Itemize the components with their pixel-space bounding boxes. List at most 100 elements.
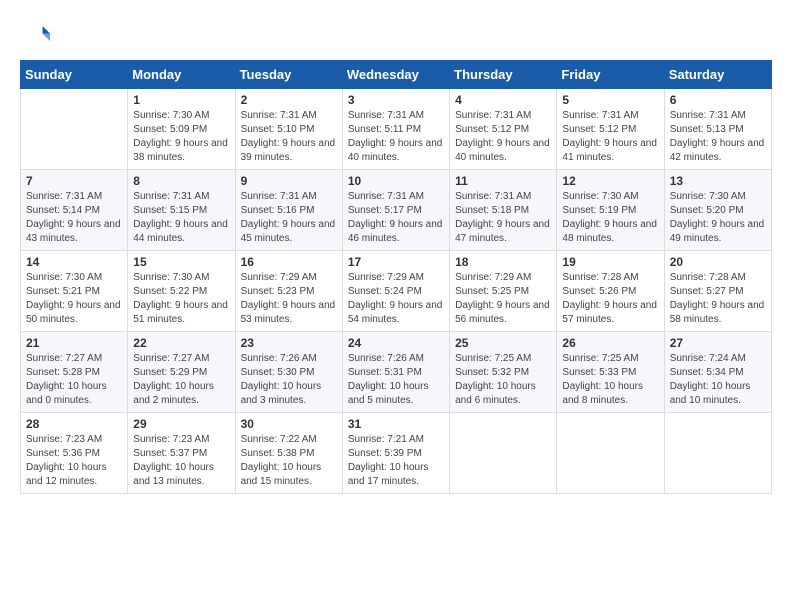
day-number: 11	[455, 174, 551, 188]
day-number: 3	[348, 93, 444, 107]
calendar-cell: 26 Sunrise: 7:25 AMSunset: 5:33 PMDayligh…	[557, 332, 664, 413]
calendar-cell: 7 Sunrise: 7:31 AMSunset: 5:14 PMDaylight…	[21, 170, 128, 251]
cell-info: Sunrise: 7:27 AMSunset: 5:28 PMDaylight:…	[26, 352, 122, 408]
day-number: 28	[26, 417, 122, 431]
day-number: 7	[26, 174, 122, 188]
cell-info: Sunrise: 7:31 AMSunset: 5:14 PMDaylight:…	[26, 190, 122, 246]
day-number: 5	[562, 93, 658, 107]
calendar-cell	[557, 413, 664, 494]
cell-info: Sunrise: 7:31 AMSunset: 5:11 PMDaylight:…	[348, 109, 444, 165]
day-number: 2	[241, 93, 337, 107]
calendar-cell: 8 Sunrise: 7:31 AMSunset: 5:15 PMDaylight…	[128, 170, 235, 251]
cell-info: Sunrise: 7:30 AMSunset: 5:22 PMDaylight:…	[133, 271, 229, 327]
calendar-cell: 10 Sunrise: 7:31 AMSunset: 5:17 PMDayligh…	[342, 170, 449, 251]
calendar-cell: 14 Sunrise: 7:30 AMSunset: 5:21 PMDayligh…	[21, 251, 128, 332]
calendar-cell: 21 Sunrise: 7:27 AMSunset: 5:28 PMDayligh…	[21, 332, 128, 413]
cell-info: Sunrise: 7:31 AMSunset: 5:12 PMDaylight:…	[562, 109, 658, 165]
weekday-header-row: SundayMondayTuesdayWednesdayThursdayFrid…	[21, 61, 772, 89]
weekday-header: Saturday	[664, 61, 771, 89]
cell-info: Sunrise: 7:30 AMSunset: 5:20 PMDaylight:…	[670, 190, 766, 246]
calendar-week-row: 1 Sunrise: 7:30 AMSunset: 5:09 PMDaylight…	[21, 89, 772, 170]
cell-info: Sunrise: 7:30 AMSunset: 5:19 PMDaylight:…	[562, 190, 658, 246]
day-number: 31	[348, 417, 444, 431]
calendar-week-row: 28 Sunrise: 7:23 AMSunset: 5:36 PMDayligh…	[21, 413, 772, 494]
cell-info: Sunrise: 7:31 AMSunset: 5:15 PMDaylight:…	[133, 190, 229, 246]
day-number: 13	[670, 174, 766, 188]
cell-info: Sunrise: 7:26 AMSunset: 5:30 PMDaylight:…	[241, 352, 337, 408]
day-number: 14	[26, 255, 122, 269]
logo	[20, 20, 52, 50]
day-number: 19	[562, 255, 658, 269]
calendar-cell: 12 Sunrise: 7:30 AMSunset: 5:19 PMDayligh…	[557, 170, 664, 251]
cell-info: Sunrise: 7:23 AMSunset: 5:36 PMDaylight:…	[26, 433, 122, 489]
weekday-header: Tuesday	[235, 61, 342, 89]
cell-info: Sunrise: 7:30 AMSunset: 5:21 PMDaylight:…	[26, 271, 122, 327]
calendar-week-row: 7 Sunrise: 7:31 AMSunset: 5:14 PMDaylight…	[21, 170, 772, 251]
weekday-header: Monday	[128, 61, 235, 89]
day-number: 15	[133, 255, 229, 269]
cell-info: Sunrise: 7:31 AMSunset: 5:16 PMDaylight:…	[241, 190, 337, 246]
weekday-header: Sunday	[21, 61, 128, 89]
calendar-cell: 22 Sunrise: 7:27 AMSunset: 5:29 PMDayligh…	[128, 332, 235, 413]
calendar-cell: 17 Sunrise: 7:29 AMSunset: 5:24 PMDayligh…	[342, 251, 449, 332]
calendar-cell: 27Sunrise: 7:24 AMSunset: 5:34 PMDayligh…	[664, 332, 771, 413]
day-number: 10	[348, 174, 444, 188]
cell-info: Sunrise: 7:25 AMSunset: 5:33 PMDaylight:…	[562, 352, 658, 408]
weekday-header: Wednesday	[342, 61, 449, 89]
calendar-cell: 25 Sunrise: 7:25 AMSunset: 5:32 PMDayligh…	[450, 332, 557, 413]
day-number: 18	[455, 255, 551, 269]
calendar-cell: 2 Sunrise: 7:31 AMSunset: 5:10 PMDaylight…	[235, 89, 342, 170]
cell-info: Sunrise: 7:29 AMSunset: 5:24 PMDaylight:…	[348, 271, 444, 327]
cell-info: Sunrise: 7:31 AMSunset: 5:17 PMDaylight:…	[348, 190, 444, 246]
cell-info: Sunrise: 7:31 AMSunset: 5:10 PMDaylight:…	[241, 109, 337, 165]
day-number: 26	[562, 336, 658, 350]
day-number: 12	[562, 174, 658, 188]
weekday-header: Thursday	[450, 61, 557, 89]
calendar-cell: 20Sunrise: 7:28 AMSunset: 5:27 PMDayligh…	[664, 251, 771, 332]
day-number: 29	[133, 417, 229, 431]
cell-info: Sunrise: 7:31 AMSunset: 5:12 PMDaylight:…	[455, 109, 551, 165]
day-number: 17	[348, 255, 444, 269]
day-number: 25	[455, 336, 551, 350]
page-header	[20, 20, 772, 50]
calendar-cell	[450, 413, 557, 494]
cell-info: Sunrise: 7:31 AMSunset: 5:13 PMDaylight:…	[670, 109, 766, 165]
calendar-cell: 5 Sunrise: 7:31 AMSunset: 5:12 PMDaylight…	[557, 89, 664, 170]
calendar-cell: 6 Sunrise: 7:31 AMSunset: 5:13 PMDaylight…	[664, 89, 771, 170]
cell-info: Sunrise: 7:28 AMSunset: 5:26 PMDaylight:…	[562, 271, 658, 327]
logo-icon	[20, 20, 50, 50]
day-number: 20	[670, 255, 766, 269]
calendar-cell: 30 Sunrise: 7:22 AMSunset: 5:38 PMDayligh…	[235, 413, 342, 494]
calendar-cell: 1 Sunrise: 7:30 AMSunset: 5:09 PMDaylight…	[128, 89, 235, 170]
day-number: 27	[670, 336, 766, 350]
day-number: 16	[241, 255, 337, 269]
calendar-cell: 24Sunrise: 7:26 AMSunset: 5:31 PMDayligh…	[342, 332, 449, 413]
day-number: 21	[26, 336, 122, 350]
weekday-header: Friday	[557, 61, 664, 89]
calendar-cell: 31 Sunrise: 7:21 AMSunset: 5:39 PMDayligh…	[342, 413, 449, 494]
calendar-week-row: 14 Sunrise: 7:30 AMSunset: 5:21 PMDayligh…	[21, 251, 772, 332]
cell-info: Sunrise: 7:25 AMSunset: 5:32 PMDaylight:…	[455, 352, 551, 408]
calendar-cell: 11Sunrise: 7:31 AMSunset: 5:18 PMDayligh…	[450, 170, 557, 251]
day-number: 6	[670, 93, 766, 107]
day-number: 4	[455, 93, 551, 107]
calendar-cell: 29Sunrise: 7:23 AMSunset: 5:37 PMDayligh…	[128, 413, 235, 494]
calendar-cell: 15 Sunrise: 7:30 AMSunset: 5:22 PMDayligh…	[128, 251, 235, 332]
day-number: 1	[133, 93, 229, 107]
cell-info: Sunrise: 7:29 AMSunset: 5:25 PMDaylight:…	[455, 271, 551, 327]
calendar-cell	[21, 89, 128, 170]
cell-info: Sunrise: 7:29 AMSunset: 5:23 PMDaylight:…	[241, 271, 337, 327]
calendar-table: SundayMondayTuesdayWednesdayThursdayFrid…	[20, 60, 772, 494]
day-number: 8	[133, 174, 229, 188]
cell-info: Sunrise: 7:27 AMSunset: 5:29 PMDaylight:…	[133, 352, 229, 408]
cell-info: Sunrise: 7:30 AMSunset: 5:09 PMDaylight:…	[133, 109, 229, 165]
day-number: 22	[133, 336, 229, 350]
cell-info: Sunrise: 7:26 AMSunset: 5:31 PMDaylight:…	[348, 352, 444, 408]
calendar-cell: 19 Sunrise: 7:28 AMSunset: 5:26 PMDayligh…	[557, 251, 664, 332]
calendar-cell	[664, 413, 771, 494]
cell-info: Sunrise: 7:22 AMSunset: 5:38 PMDaylight:…	[241, 433, 337, 489]
day-number: 30	[241, 417, 337, 431]
calendar-cell: 18 Sunrise: 7:29 AMSunset: 5:25 PMDayligh…	[450, 251, 557, 332]
cell-info: Sunrise: 7:21 AMSunset: 5:39 PMDaylight:…	[348, 433, 444, 489]
calendar-week-row: 21 Sunrise: 7:27 AMSunset: 5:28 PMDayligh…	[21, 332, 772, 413]
